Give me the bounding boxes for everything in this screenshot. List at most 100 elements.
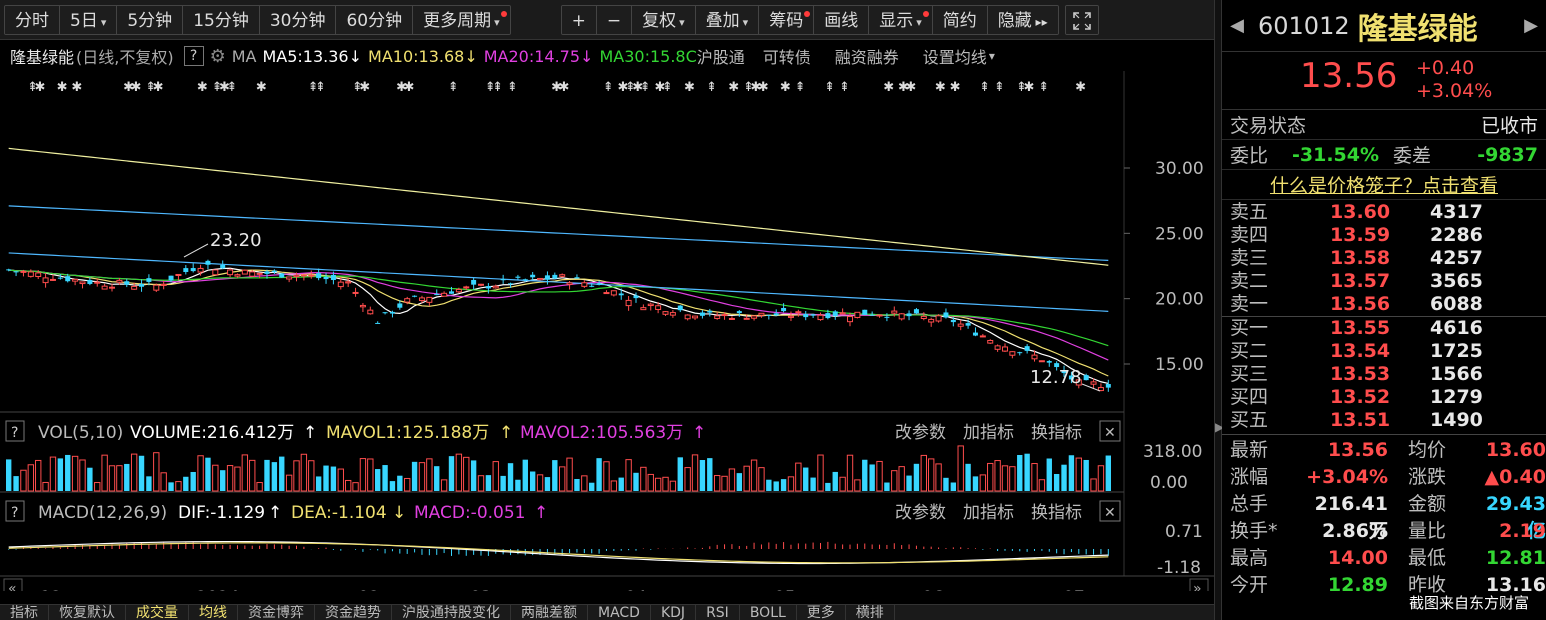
volume-bar (1083, 459, 1089, 491)
indicator-tab-bar: 指标 恢复默认 成交量 均线 资金博弈 资金趋势 沪股通持股变化 两融差额 MACD KDJ RSI… (0, 604, 1214, 620)
candle (839, 312, 846, 315)
macd-header: ? MACD(12,26,9) DIF:-1.129 ↑ DEA:-1.104 … (5, 500, 1121, 523)
ask-row[interactable]: 卖五 13.60 4317 (1222, 201, 1546, 224)
indicator-tab-3[interactable]: 均线 (189, 605, 238, 620)
period-tab-6[interactable]: 更多周期 ▾ (413, 5, 510, 34)
kline-chart[interactable]: ⇞✱ ✱ ✱ ✱✱ ⇞✱ ✱ ⇞✱⇞ ✱ ⇞⇞ ⇞✱ ✱✱ ⇞ ⇞⇞ ⇞ ✱✱ ⇞ ✱⇞✱⇞ ✱⇞ ✱ ⇞ ✱ ⇞✱✱ ✱ ⇞… (0, 71, 1214, 608)
volume-bar (426, 458, 433, 492)
chart-tool-0[interactable]: + (561, 5, 597, 34)
ask-vol: 4257 (1430, 247, 1483, 269)
price-tick-label: 20.00 (1155, 290, 1204, 310)
candle (817, 314, 824, 321)
chart-panel: 分时 5日 ▾ 5分钟 15分钟 30分钟 60分钟 更多周期 ▾ + − 复权 ▾ 叠加 ▾ 筹码 画线 显示… (0, 0, 1214, 620)
fullscreen-icon[interactable] (1065, 5, 1098, 34)
date-tick-label: 03 (470, 588, 492, 591)
volume-bar (264, 459, 270, 491)
candle (537, 277, 544, 281)
indicator-tab-5[interactable]: 资金趋势 (315, 605, 392, 620)
ask-row[interactable]: 卖二 13.57 3565 (1222, 270, 1546, 293)
ma5-arrow: ↓ (348, 46, 363, 66)
chart-tool-7[interactable]: 简约 (932, 5, 988, 34)
volume-bar (116, 465, 123, 492)
candle (168, 275, 174, 281)
mavol2-value: MAVOL2:105.563万 (520, 423, 683, 443)
ask-row[interactable]: 卖四 13.59 2286 (1222, 224, 1546, 247)
next-stock-icon[interactable]: ▶ (1516, 15, 1546, 36)
volume-bar (728, 468, 736, 492)
volume-bar (581, 475, 588, 492)
link-margin-trading[interactable]: 融资融券 (835, 44, 899, 68)
bid-row[interactable]: 买二 13.54 1725 (1222, 340, 1546, 363)
prev-stock-icon[interactable]: ◀ (1222, 15, 1252, 36)
candle (876, 314, 883, 317)
indicator-tab-11[interactable]: BOLL (740, 605, 797, 620)
ask-row[interactable]: 卖一 13.56 6088 (1222, 293, 1546, 316)
indicator-tab-7[interactable]: 两融差额 (511, 605, 588, 620)
chart-tool-5[interactable]: 画线 (814, 5, 870, 34)
candle (500, 278, 506, 281)
ma-help-button[interactable]: ? (183, 46, 204, 66)
candle (596, 283, 602, 285)
chart-tool-6[interactable]: 显示 ▾ (869, 5, 933, 34)
gear-icon[interactable]: ⚙ (210, 46, 226, 67)
indicator-tab-9[interactable]: KDJ (651, 605, 697, 620)
panel-splitter[interactable]: ▶ (1214, 0, 1224, 620)
chart-tool-2[interactable]: 复权 ▾ (632, 5, 696, 34)
period-tab-4[interactable]: 30分钟 (259, 5, 337, 34)
indicator-tab-6[interactable]: 沪股通持股变化 (392, 605, 511, 620)
bid-row[interactable]: 买四 13.52 1279 (1222, 386, 1546, 409)
volume-bar (197, 455, 204, 492)
ask-row[interactable]: 卖三 13.58 4257 (1222, 247, 1546, 270)
indicator-tab-10[interactable]: RSI (696, 605, 740, 620)
bid-row[interactable]: 买一 13.55 4616 (1222, 317, 1546, 340)
indicator-tab-1[interactable]: 恢复默认 (49, 605, 126, 620)
candle (323, 276, 329, 280)
indicator-tab-0[interactable]: 指标 (0, 605, 49, 620)
volume-bar (212, 464, 219, 492)
chart-tool-1[interactable]: − (596, 5, 633, 34)
candle (1017, 352, 1023, 354)
bid-row[interactable]: 买五 13.51 1490 (1222, 409, 1546, 432)
stat-v2: 12.81 (1485, 547, 1546, 569)
macd-help-text: ? (11, 505, 18, 521)
notify-dot-icon (922, 10, 929, 17)
period-tab-1[interactable]: 5日 ▾ (60, 5, 118, 34)
event-marker: ⇞ (603, 80, 614, 95)
period-tab-2[interactable]: 5分钟 (117, 5, 184, 34)
period-tab-0[interactable]: 分时 (5, 5, 60, 34)
candle (471, 279, 477, 285)
dea-line (8, 542, 1109, 564)
indicator-tab-12[interactable]: 更多 (797, 605, 846, 620)
link-set-ma[interactable]: 设置均线 (923, 44, 987, 68)
chart-tool-4[interactable]: 筹码 (759, 5, 815, 34)
volume-bar (13, 476, 19, 491)
indicator-tab-13[interactable]: 横排 (846, 605, 895, 620)
watermark: 截图来自东方财富 (1405, 592, 1534, 613)
price-cage-link[interactable]: 什么是价格笼子？点击查看 (1270, 171, 1498, 198)
indicator-tab-2[interactable]: 成交量 (126, 605, 189, 620)
chart-tool-8[interactable]: 隐藏 ▸▸ (987, 5, 1058, 34)
link-hsgt[interactable]: 沪股通 (697, 44, 745, 68)
chart-tool-label: 简约 (942, 10, 977, 31)
indicator-tab-8[interactable]: MACD (588, 605, 651, 620)
volume-bar (743, 465, 750, 492)
indicator-tab-4[interactable]: 资金博弈 (238, 605, 315, 620)
candle (20, 270, 27, 273)
period-tab-5[interactable]: 60分钟 (336, 5, 414, 34)
link-convertible-bond[interactable]: 可转债 (763, 44, 811, 68)
candle (721, 314, 728, 317)
candle (205, 260, 211, 265)
chart-mode-label: (日线,不复权) (76, 48, 174, 67)
volume-bar (6, 459, 12, 491)
bid-row[interactable]: 买三 13.53 1566 (1222, 363, 1546, 386)
ma30-value: MA30:15.8C (599, 46, 697, 66)
chart-tool-3[interactable]: 叠加 ▾ (695, 5, 760, 34)
ask-book: 卖五 13.60 4317 卖四 13.59 2286 卖三 13.58 4257 卖二 13.57… (1222, 200, 1546, 317)
candle (662, 311, 669, 315)
event-marker: ✱ (758, 80, 769, 95)
volume-bar (1031, 463, 1038, 492)
event-marker: ✱ (1023, 80, 1034, 95)
volume-bar (234, 466, 241, 492)
notify-dot-icon (804, 10, 811, 17)
period-tab-3[interactable]: 15分钟 (183, 5, 260, 34)
